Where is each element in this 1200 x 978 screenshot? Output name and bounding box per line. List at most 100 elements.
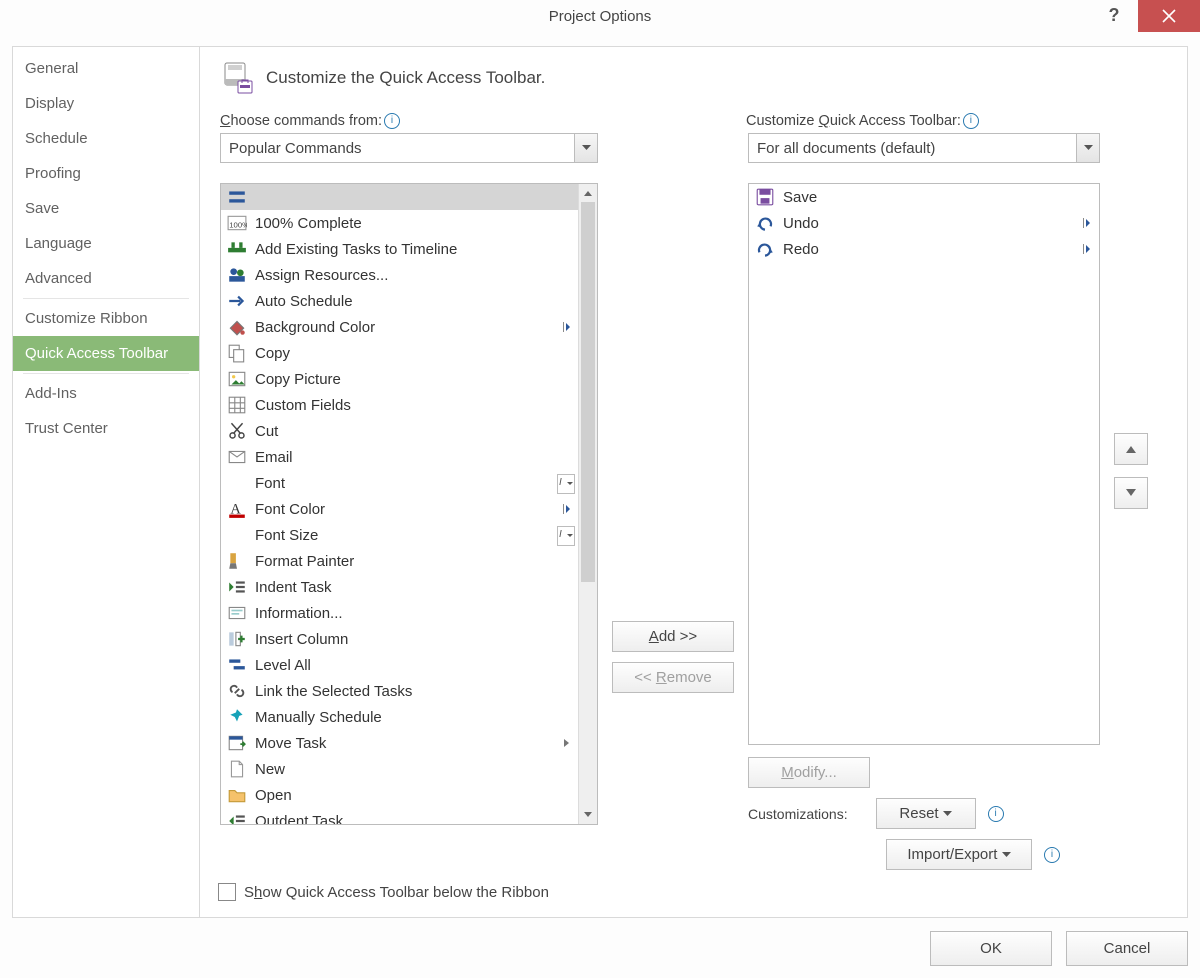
scrollbar[interactable]	[578, 184, 597, 824]
save-icon	[755, 187, 775, 207]
show-below-ribbon-label: Show Quick Access Toolbar below the Ribb…	[244, 884, 549, 901]
available-command-item[interactable]: Format Painter	[221, 548, 579, 574]
move-up-button[interactable]	[1114, 433, 1148, 465]
available-command-item[interactable]: Open	[221, 782, 579, 808]
help-button[interactable]: ?	[1096, 0, 1132, 34]
available-command-item[interactable]: Email	[221, 444, 579, 470]
scroll-thumb[interactable]	[581, 202, 595, 582]
available-command-item[interactable]: Move Task	[221, 730, 579, 756]
qat-current-list[interactable]: Save Undo Redo	[748, 183, 1100, 745]
sidebar-item-proofing[interactable]: Proofing	[13, 156, 199, 191]
scroll-down-button[interactable]	[579, 806, 597, 824]
available-commands-list[interactable]: 100% 100% Complete Add Existing Tasks to T…	[220, 183, 598, 825]
list-item-label: Move Task	[255, 735, 579, 752]
available-command-item[interactable]: Manually Schedule	[221, 704, 579, 730]
titlebar: Project Options ?	[0, 0, 1200, 35]
customize-qat-label: Customize Quick Access Toolbar:i	[746, 113, 1096, 129]
sidebar-item-quick-access-toolbar[interactable]: Quick Access Toolbar	[13, 336, 199, 371]
list-item-label: Undo	[783, 215, 1099, 232]
modify-button[interactable]: Modify...	[748, 757, 870, 788]
list-item-label: Copy Picture	[255, 371, 579, 388]
split-arrow-icon	[559, 318, 575, 336]
split-arrow-icon	[1079, 214, 1095, 232]
split-arrow-icon	[559, 500, 575, 518]
available-command-item[interactable]: Cut	[221, 418, 579, 444]
sidebar-item-schedule[interactable]: Schedule	[13, 121, 199, 156]
list-item-label: Custom Fields	[255, 397, 579, 414]
sidebar-item-customize-ribbon[interactable]: Customize Ribbon	[13, 301, 199, 336]
list-item-label: Background Color	[255, 319, 579, 336]
add-button[interactable]: Add >>	[612, 621, 734, 652]
list-item-label: Copy	[255, 345, 579, 362]
list-item-label: Outdent Task	[255, 813, 579, 825]
list-item-label: 100% Complete	[255, 215, 579, 232]
available-command-item[interactable]: Custom Fields	[221, 392, 579, 418]
customizations-label: Customizations:	[748, 806, 848, 822]
copy-icon	[227, 343, 247, 363]
cancel-button[interactable]: Cancel	[1066, 931, 1188, 966]
list-item-label: Link the Selected Tasks	[255, 683, 579, 700]
available-command-item[interactable]: AFont Color	[221, 496, 579, 522]
available-command-item[interactable]: Auto Schedule	[221, 288, 579, 314]
sidebar-item-add-ins[interactable]: Add-Ins	[13, 376, 199, 411]
sidebar-item-language[interactable]: Language	[13, 226, 199, 261]
available-command-item[interactable]: Link the Selected Tasks	[221, 678, 579, 704]
undo-icon	[755, 213, 775, 233]
move-down-button[interactable]	[1114, 477, 1148, 509]
available-command-item[interactable]: New	[221, 756, 579, 782]
sidebar-separator	[23, 298, 189, 299]
available-command-item[interactable]: Indent Task	[221, 574, 579, 600]
import-export-button[interactable]: Import/Export	[886, 839, 1032, 870]
ok-button[interactable]: OK	[930, 931, 1052, 966]
info-icon[interactable]: i	[988, 806, 1004, 822]
available-command-item[interactable]: Level All	[221, 652, 579, 678]
list-item-label: Save	[783, 189, 1099, 206]
people-icon	[227, 265, 247, 285]
choose-commands-select[interactable]: Popular Commands	[220, 133, 598, 163]
qat-command-item[interactable]: Save	[749, 184, 1099, 210]
available-command-item[interactable]: Insert Column	[221, 626, 579, 652]
edit-arrow-icon: I	[557, 474, 575, 494]
available-command-item[interactable]: Copy	[221, 340, 579, 366]
remove-button[interactable]: << Remove	[612, 662, 734, 693]
qat-command-item[interactable]: Redo	[749, 236, 1099, 262]
close-icon	[1162, 9, 1176, 23]
available-command-item[interactable]	[221, 184, 579, 210]
list-item-label: Auto Schedule	[255, 293, 579, 310]
close-button[interactable]	[1138, 0, 1200, 32]
pin-icon	[227, 707, 247, 727]
list-item-label: Insert Column	[255, 631, 579, 648]
available-command-item[interactable]: FontI	[221, 470, 579, 496]
available-command-item[interactable]: 100% 100% Complete	[221, 210, 579, 236]
customize-scope-select[interactable]: For all documents (default)	[748, 133, 1100, 163]
sidebar-item-general[interactable]: General	[13, 51, 199, 86]
show-below-ribbon-checkbox[interactable]	[218, 883, 236, 901]
list-item-label: Assign Resources...	[255, 267, 579, 284]
list-item-label: Format Painter	[255, 553, 579, 570]
available-command-item[interactable]: Copy Picture	[221, 366, 579, 392]
sidebar-item-trust-center[interactable]: Trust Center	[13, 411, 199, 446]
info-icon[interactable]: i	[384, 113, 400, 129]
available-command-item[interactable]: Assign Resources...	[221, 262, 579, 288]
qat-command-item[interactable]: Undo	[749, 210, 1099, 236]
info-icon[interactable]: i	[963, 113, 979, 129]
grid-icon	[227, 395, 247, 415]
level-icon	[227, 655, 247, 675]
edit-arrow-icon: I	[557, 526, 575, 546]
chevron-down-icon	[574, 134, 597, 162]
available-command-item[interactable]: Outdent Task	[221, 808, 579, 824]
svg-text:100%: 100%	[229, 220, 247, 229]
available-command-item[interactable]: Background Color	[221, 314, 579, 340]
sidebar-item-save[interactable]: Save	[13, 191, 199, 226]
available-command-item[interactable]: Information...	[221, 600, 579, 626]
reset-button[interactable]: Reset	[876, 798, 976, 829]
list-item-label: Cut	[255, 423, 579, 440]
available-command-item[interactable]: Add Existing Tasks to Timeline	[221, 236, 579, 262]
sidebar-item-display[interactable]: Display	[13, 86, 199, 121]
info-icon[interactable]: i	[1044, 847, 1060, 863]
sidebar-item-advanced[interactable]: Advanced	[13, 261, 199, 296]
scroll-up-button[interactable]	[579, 184, 597, 202]
available-command-item[interactable]: Font SizeI	[221, 522, 579, 548]
list-item-label: Font Color	[255, 501, 579, 518]
list-item-label	[255, 189, 579, 206]
